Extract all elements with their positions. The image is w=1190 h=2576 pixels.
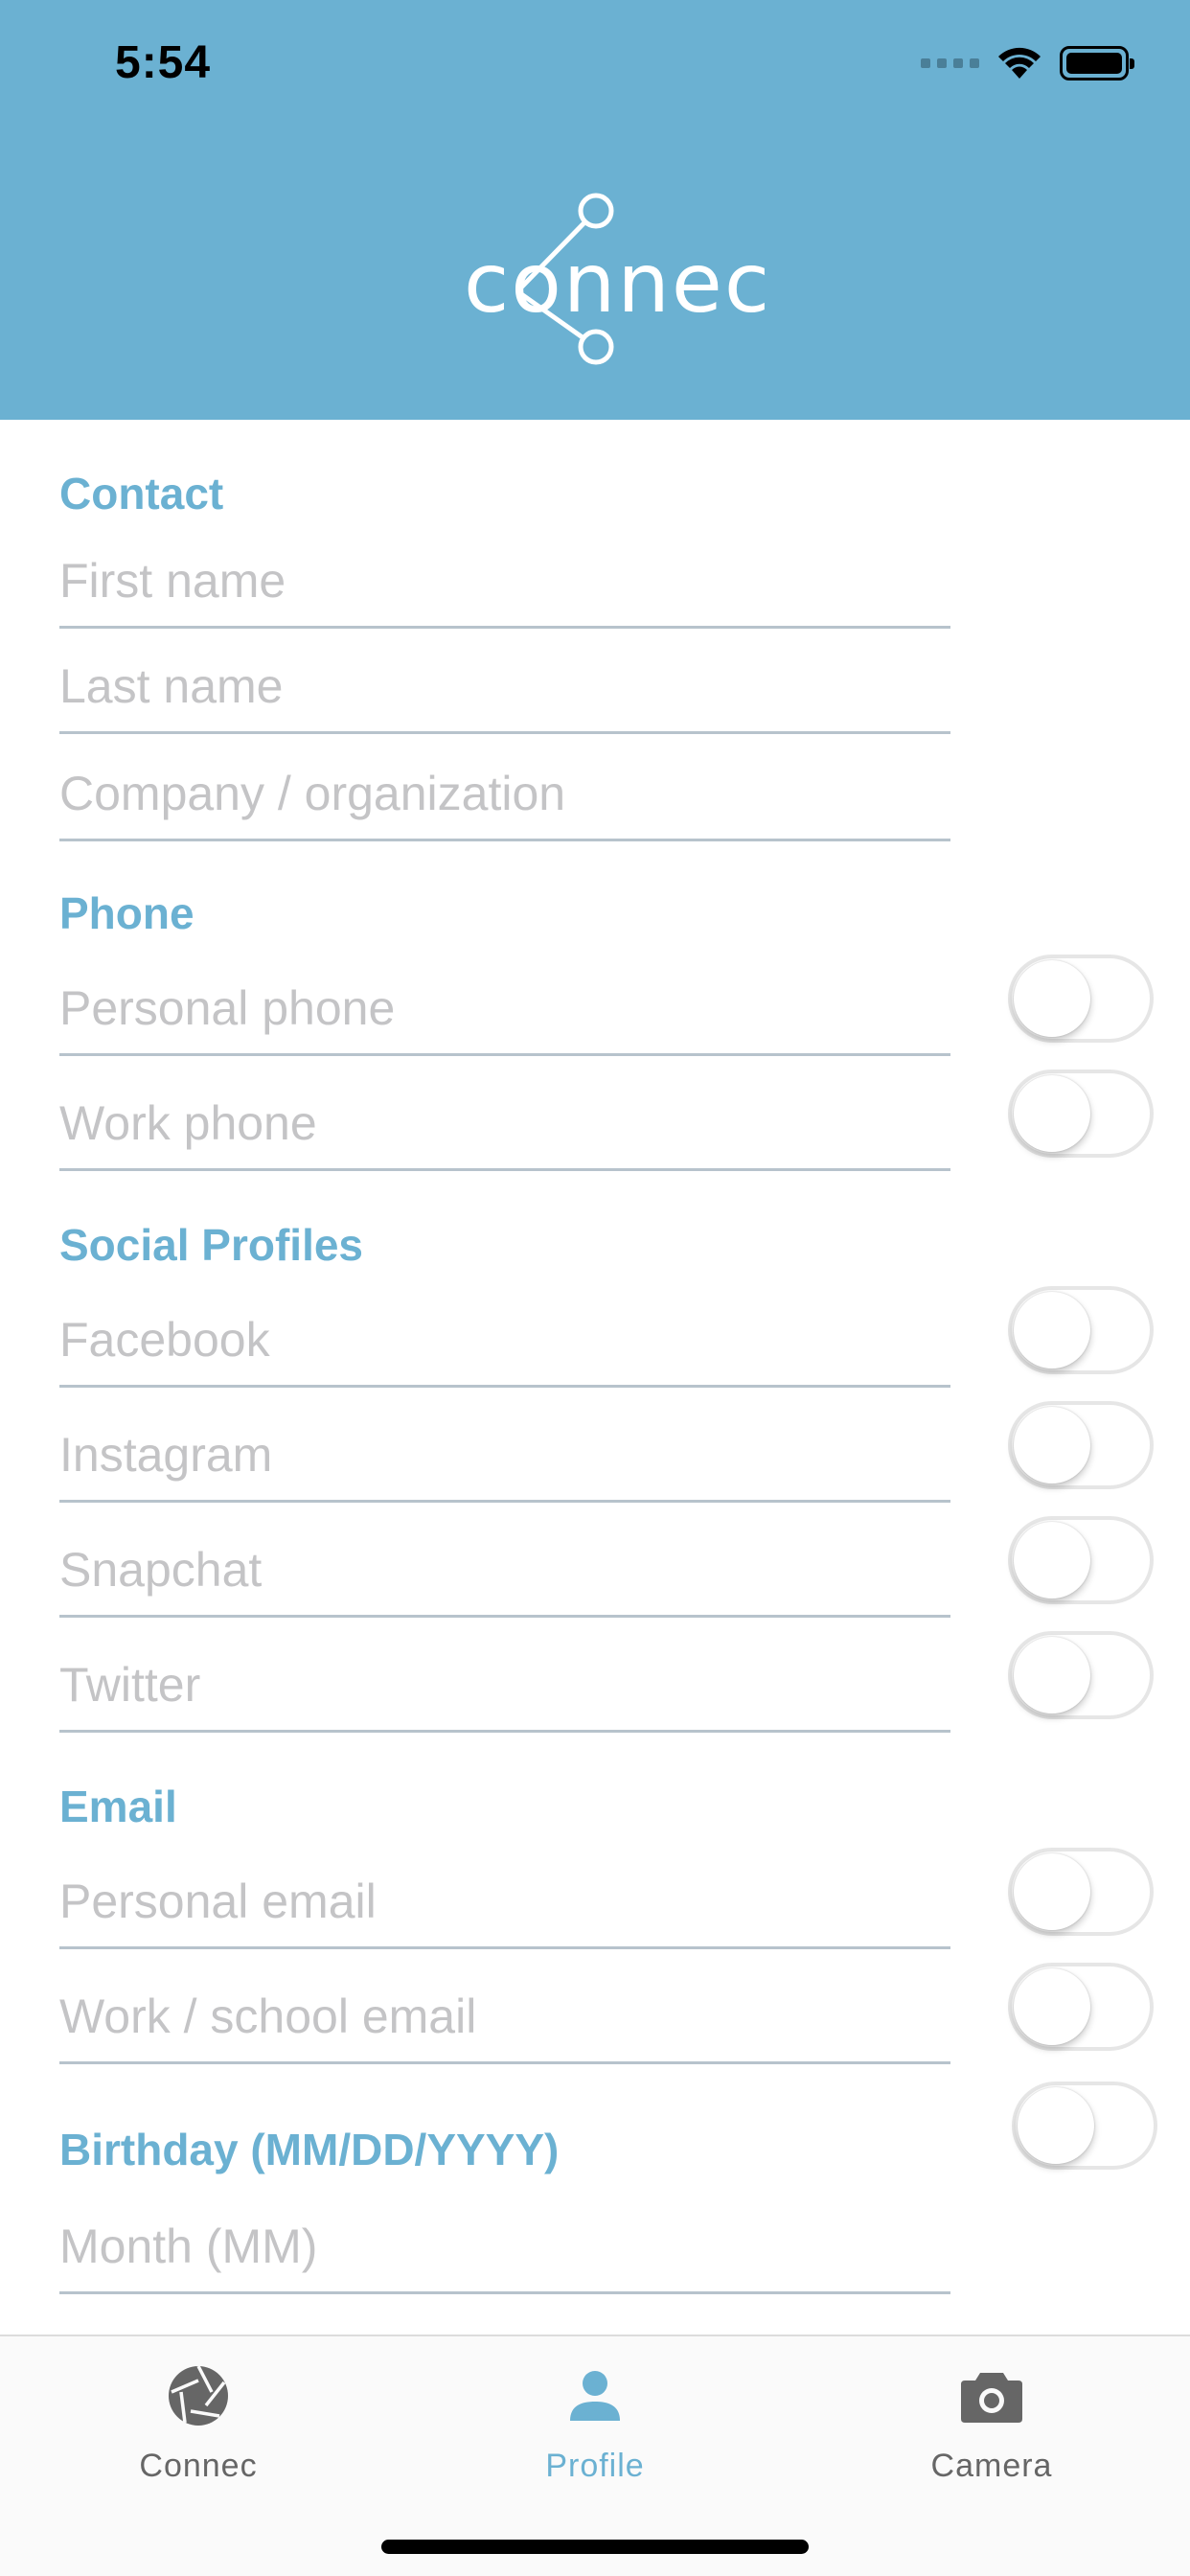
work-email-toggle[interactable] [1008, 1963, 1154, 2051]
birthday-toggle[interactable] [1012, 2082, 1157, 2170]
tab-camera[interactable]: Camera [793, 2336, 1190, 2509]
first-name-field [59, 523, 950, 629]
facebook-field [59, 1282, 950, 1388]
twitter-toggle[interactable] [1008, 1631, 1154, 1719]
instagram-input[interactable] [59, 1427, 950, 1483]
toggle-knob [1014, 1968, 1090, 2045]
work-phone-toggle[interactable] [1008, 1070, 1154, 1158]
toggle-knob [1014, 960, 1090, 1037]
twitter-input[interactable] [59, 1657, 950, 1713]
battery-icon [1060, 46, 1134, 80]
logo-text: connec [464, 236, 772, 332]
facebook-toggle[interactable] [1008, 1286, 1154, 1374]
personal-phone-toggle[interactable] [1008, 954, 1154, 1043]
snapchat-toggle[interactable] [1008, 1516, 1154, 1604]
cellular-signal-icon [921, 58, 979, 68]
work-email-input[interactable] [59, 1989, 950, 2044]
birthday-month-field [59, 2189, 950, 2294]
section-title-social: Social Profiles [59, 1220, 364, 1270]
section-title-phone: Phone [59, 888, 195, 938]
company-input[interactable] [59, 766, 950, 821]
connec-logo: connec [460, 190, 769, 381]
toggle-knob [1014, 1407, 1090, 1484]
toggle-knob [1014, 1522, 1090, 1598]
first-name-input[interactable] [59, 553, 950, 609]
tab-connec-label: Connec [139, 2448, 258, 2484]
tab-connec[interactable]: Connec [0, 2336, 397, 2509]
toggle-knob [1014, 1075, 1090, 1152]
twitter-field [59, 1627, 950, 1733]
section-title-email: Email [59, 1782, 177, 1831]
wifi-icon [998, 47, 1041, 79]
section-title-birthday: Birthday (MM/DD/YYYY) [59, 2125, 560, 2174]
last-name-input[interactable] [59, 658, 950, 714]
toggle-knob [1014, 1637, 1090, 1714]
personal-email-field [59, 1844, 950, 1949]
section-title-contact: Contact [59, 469, 224, 518]
home-indicator [381, 2540, 809, 2554]
birthday-month-input[interactable] [59, 2219, 950, 2274]
last-name-field [59, 629, 950, 734]
company-field [59, 736, 950, 841]
aperture-icon [160, 2358, 237, 2434]
snapchat-input[interactable] [59, 1542, 950, 1598]
toggle-knob [1014, 1292, 1090, 1368]
instagram-field [59, 1397, 950, 1503]
app-header: 5:54 connec [0, 0, 1190, 420]
tab-profile-label: Profile [545, 2448, 645, 2484]
snapchat-field [59, 1512, 950, 1618]
personal-email-input[interactable] [59, 1874, 950, 1929]
camera-icon [953, 2358, 1030, 2434]
personal-email-toggle[interactable] [1008, 1848, 1154, 1936]
tab-camera-label: Camera [930, 2448, 1053, 2484]
status-time: 5:54 [115, 37, 212, 88]
instagram-toggle[interactable] [1008, 1401, 1154, 1489]
facebook-input[interactable] [59, 1312, 950, 1368]
work-phone-input[interactable] [59, 1095, 950, 1151]
personal-phone-input[interactable] [59, 980, 950, 1036]
person-icon [557, 2358, 633, 2434]
work-email-field [59, 1959, 950, 2064]
status-icons [921, 44, 1134, 82]
personal-phone-field [59, 951, 950, 1056]
work-phone-field [59, 1066, 950, 1171]
toggle-knob [1014, 1853, 1090, 1930]
tab-profile[interactable]: Profile [397, 2336, 793, 2509]
toggle-knob [1018, 2087, 1094, 2164]
